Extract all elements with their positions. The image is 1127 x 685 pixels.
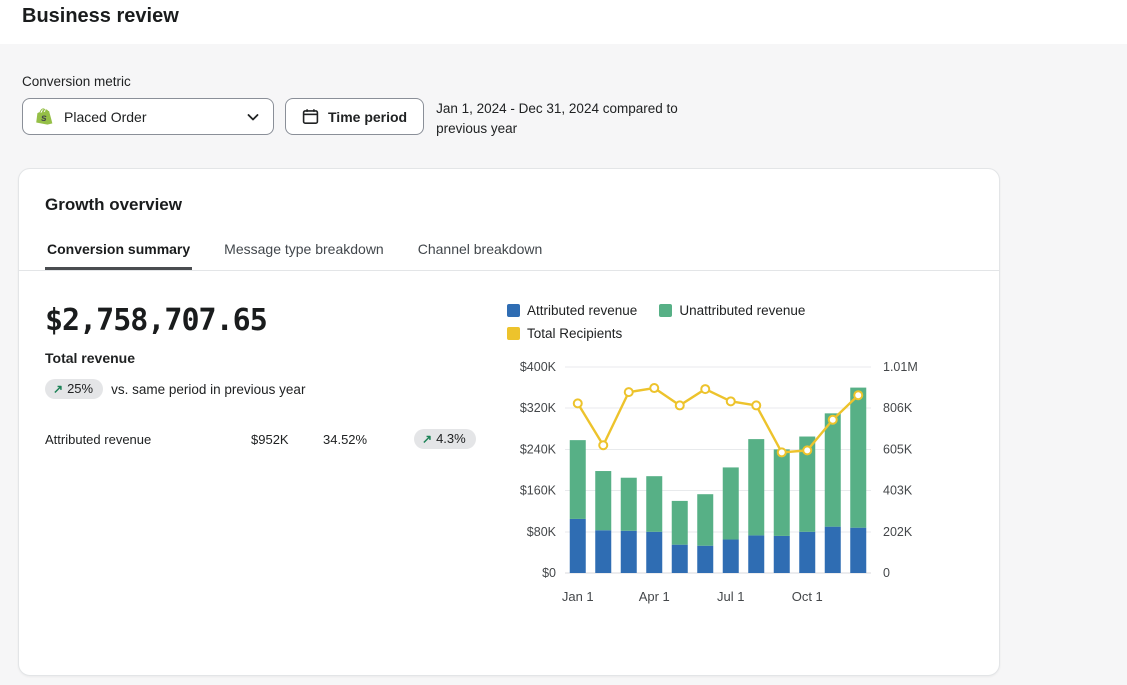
page-header: Business review: [0, 0, 1127, 44]
growth-overview-card: Growth overview Conversion summary Messa…: [18, 168, 1000, 676]
svg-text:$320K: $320K: [520, 401, 557, 415]
attributed-revenue-share: 34.52%: [323, 432, 414, 447]
svg-text:$160K: $160K: [520, 484, 557, 498]
legend-label-attributed: Attributed revenue: [527, 303, 637, 318]
chart-panel: Attributed revenue Unattributed revenue …: [507, 303, 947, 616]
svg-text:$240K: $240K: [520, 442, 557, 456]
growth-percent: 25%: [67, 381, 93, 396]
card-tabs: Conversion summary Message type breakdow…: [19, 231, 999, 271]
svg-text:403K: 403K: [883, 484, 913, 498]
total-revenue-label: Total revenue: [45, 350, 507, 366]
svg-text:Oct 1: Oct 1: [792, 589, 823, 604]
legend-label-unattributed: Unattributed revenue: [679, 303, 805, 318]
card-title: Growth overview: [45, 195, 973, 215]
summary-panel: $2,758,707.65 Total revenue ↗ 25% vs. sa…: [37, 303, 507, 616]
period-range-text: Jan 1, 2024 - Dec 31, 2024 compared to p…: [436, 99, 691, 140]
attributed-change-badge: ↗ 4.3%: [414, 429, 476, 449]
svg-text:1.01M: 1.01M: [883, 360, 918, 374]
attributed-change-value: 4.3%: [436, 431, 466, 446]
calendar-icon: [302, 108, 319, 125]
legend-swatch-recipients: [507, 327, 520, 340]
growth-context: vs. same period in previous year: [111, 382, 305, 397]
trend-up-icon: ↗: [53, 382, 63, 396]
svg-text:202K: 202K: [883, 525, 913, 539]
time-period-label: Time period: [328, 109, 407, 125]
legend-item-recipients: Total Recipients: [507, 326, 622, 341]
svg-text:0: 0: [883, 566, 890, 580]
legend-swatch-unattributed: [659, 304, 672, 317]
svg-text:Apr 1: Apr 1: [639, 589, 670, 604]
svg-text:$0: $0: [542, 566, 556, 580]
time-period-button[interactable]: Time period: [285, 98, 424, 135]
total-revenue-value: $2,758,707.65: [45, 303, 507, 338]
svg-text:806K: 806K: [883, 401, 913, 415]
legend-label-recipients: Total Recipients: [527, 326, 622, 341]
conversion-metric-label: Conversion metric: [22, 74, 1105, 89]
svg-text:Jul 1: Jul 1: [717, 589, 744, 604]
svg-text:$80K: $80K: [527, 525, 557, 539]
revenue-recipients-chart: $0 0 $80K 202K $160K 403K $240K 605K $320K 806K $4…: [507, 353, 927, 611]
chart-legend: Attributed revenue Unattributed revenue …: [507, 303, 917, 341]
attributed-revenue-label: Attributed revenue: [45, 432, 251, 447]
chevron-down-icon: [245, 109, 261, 125]
svg-text:s: s: [41, 112, 47, 123]
growth-badge: ↗ 25%: [45, 379, 103, 399]
svg-text:$400K: $400K: [520, 360, 557, 374]
conversion-metric-value: Placed Order: [64, 109, 146, 125]
page-title: Business review: [22, 5, 1127, 28]
tab-message-type-breakdown[interactable]: Message type breakdown: [222, 231, 386, 270]
tab-conversion-summary[interactable]: Conversion summary: [45, 231, 192, 270]
attributed-revenue-row: Attributed revenue $952K 34.52% ↗ 4.3%: [45, 429, 507, 449]
legend-item-unattributed: Unattributed revenue: [659, 303, 805, 318]
filters-section: Conversion metric s Placed Order Time pe…: [0, 44, 1127, 140]
legend-item-attributed: Attributed revenue: [507, 303, 637, 318]
attributed-revenue-value: $952K: [251, 432, 323, 447]
svg-text:605K: 605K: [883, 442, 913, 456]
legend-swatch-attributed: [507, 304, 520, 317]
tab-channel-breakdown[interactable]: Channel breakdown: [416, 231, 545, 270]
trend-up-icon: ↗: [422, 432, 432, 446]
shopify-icon: s: [35, 107, 55, 127]
svg-text:Jan 1: Jan 1: [562, 589, 594, 604]
conversion-metric-dropdown[interactable]: s Placed Order: [22, 98, 274, 135]
